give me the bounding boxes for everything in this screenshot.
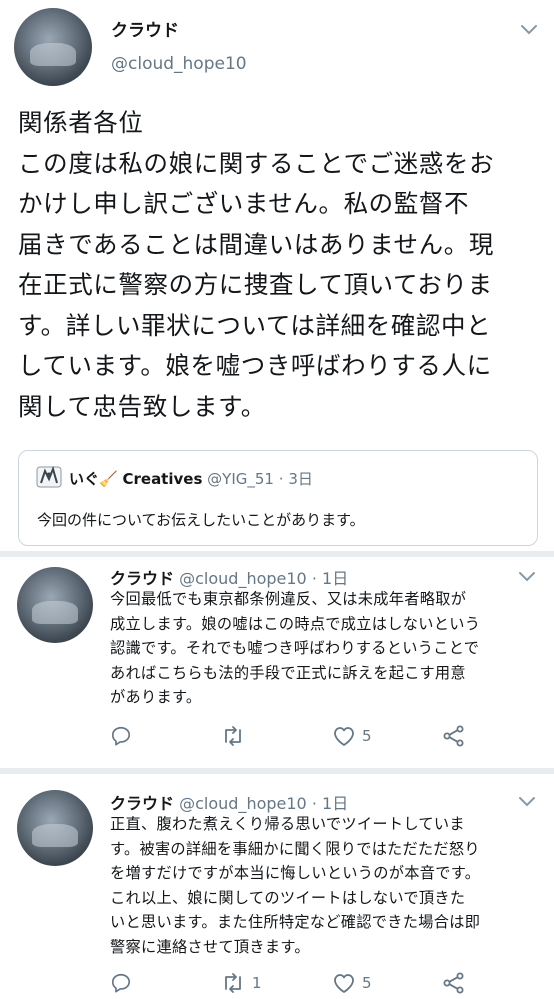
- main-tweet: クラウド @cloud_hope10 関係者各位 この度は私の娘に関することでご…: [0, 0, 554, 550]
- share-icon: [443, 725, 464, 747]
- avatar[interactable]: [14, 8, 92, 86]
- reply-icon: [111, 973, 131, 993]
- quote-text: 今回の件についてお伝えしたいことがあります。: [37, 511, 365, 529]
- quote-author-handle: @YIG_51: [207, 470, 274, 488]
- chevron-down-icon[interactable]: [518, 796, 536, 810]
- reply-icon: [111, 726, 131, 746]
- action-bar: 5: [110, 725, 530, 749]
- tweet-text: 今回最低でも東京都条例違反、又は未成年者略取が 成立します。娘の嘘はこの時点で成…: [110, 590, 481, 706]
- quote-header: いぐ🧹 Creatives @YIG_51 · 3日: [69, 468, 313, 489]
- tweet-text: 関係者各位 この度は私の娘に関することでご迷惑をお かけし申し訳ございません。私…: [18, 108, 495, 421]
- reply-tweet[interactable]: クラウド @cloud_hope10 · 1日 今回最低でも東京都条例違反、又は…: [0, 565, 554, 760]
- like-button[interactable]: 5: [332, 972, 372, 994]
- divider: [0, 551, 554, 557]
- retweet-button[interactable]: 1: [220, 972, 262, 994]
- tweet-text: 正直、腹わた煮えくり帰る思いでツイートしていま す。被害の詳細を事細かに聞く限り…: [110, 815, 481, 956]
- share-button[interactable]: [442, 725, 466, 747]
- quote-author-name-suffix: Creatives: [122, 470, 203, 488]
- quoted-tweet[interactable]: いぐ🧹 Creatives @YIG_51 · 3日 今回の件についてお伝えした…: [18, 450, 538, 546]
- separator-dot: ·: [311, 794, 317, 813]
- share-icon: [443, 972, 464, 994]
- like-count: 5: [362, 727, 372, 745]
- like-count: 5: [362, 974, 372, 992]
- chevron-down-icon[interactable]: [520, 24, 538, 38]
- author-handle[interactable]: @cloud_hope10: [111, 54, 247, 74]
- heart-icon: [334, 727, 354, 746]
- broom-emoji: 🧹: [99, 470, 118, 488]
- divider: [0, 768, 554, 774]
- chevron-down-icon[interactable]: [518, 571, 536, 585]
- avatar[interactable]: [17, 790, 93, 866]
- retweet-button[interactable]: [220, 725, 252, 747]
- separator-dot: ·: [278, 470, 284, 488]
- separator-dot: ·: [311, 569, 317, 588]
- reply-tweet[interactable]: クラウド @cloud_hope10 · 1日 正直、腹わた煮えくり帰る思いでツ…: [0, 790, 554, 999]
- author-name[interactable]: クラウド: [110, 794, 174, 813]
- quote-author-name: いぐ: [69, 470, 100, 488]
- quote-timestamp: 3日: [288, 470, 313, 488]
- retweet-icon: [225, 973, 241, 993]
- reply-button[interactable]: [110, 725, 132, 747]
- action-bar: 1 5: [110, 972, 530, 996]
- author-handle[interactable]: @cloud_hope10: [179, 794, 307, 813]
- avatar[interactable]: [17, 567, 93, 643]
- share-button[interactable]: [442, 972, 466, 994]
- quote-avatar: [35, 463, 63, 491]
- reply-button[interactable]: [110, 972, 132, 994]
- author-name[interactable]: クラウド: [111, 16, 179, 41]
- timestamp[interactable]: 1日: [322, 794, 348, 813]
- timestamp[interactable]: 1日: [322, 569, 348, 588]
- reply-header: クラウド @cloud_hope10 · 1日: [110, 565, 348, 589]
- reply-header: クラウド @cloud_hope10 · 1日: [110, 790, 348, 814]
- retweet-icon: [225, 726, 241, 746]
- author-name[interactable]: クラウド: [110, 569, 174, 588]
- author-handle[interactable]: @cloud_hope10: [179, 569, 307, 588]
- like-button[interactable]: 5: [332, 725, 372, 747]
- heart-icon: [334, 974, 354, 993]
- retweet-count: 1: [252, 974, 262, 992]
